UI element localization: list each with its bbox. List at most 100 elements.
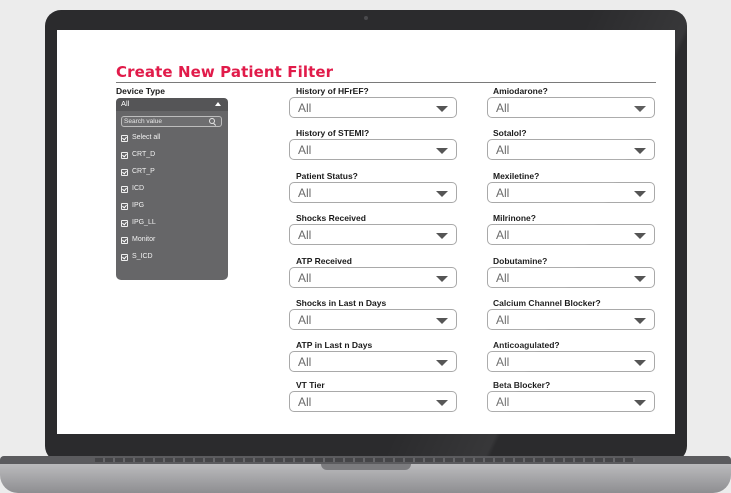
device-type-value: All (121, 99, 130, 108)
option-monitor[interactable]: Monitor (121, 235, 221, 247)
chevron-up-icon (215, 102, 221, 106)
select-value: All (298, 228, 312, 242)
select-value: All (298, 355, 312, 369)
select-atp-last-n-days[interactable]: All (289, 351, 457, 372)
device-type-options-panel: Select all CRT_D CRT_P ICD IPG IPG_LL (116, 111, 228, 280)
select-patient-status[interactable]: All (289, 182, 457, 203)
checkbox-checked-icon[interactable] (121, 186, 128, 193)
chevron-down-icon (436, 360, 448, 366)
select-value: All (298, 186, 312, 200)
filter-label-mexiletine: Mexiletine? (493, 171, 540, 181)
chevron-down-icon (436, 148, 448, 154)
select-milrinone[interactable]: All (487, 224, 655, 245)
checkbox-checked-icon[interactable] (121, 237, 128, 244)
app-screen: Create New Patient Filter Device Type Al… (57, 30, 675, 434)
chevron-down-icon (634, 400, 646, 406)
checkbox-checked-icon[interactable] (121, 220, 128, 227)
option-crt-p[interactable]: CRT_P (121, 167, 221, 179)
select-calcium-channel-blocker[interactable]: All (487, 309, 655, 330)
chevron-down-icon (436, 106, 448, 112)
select-value: All (496, 313, 510, 327)
filter-label-history-hfref: History of HFrEF? (296, 86, 369, 96)
select-value: All (496, 186, 510, 200)
select-sotalol[interactable]: All (487, 139, 655, 160)
select-beta-blocker[interactable]: All (487, 391, 655, 412)
option-crt-d[interactable]: CRT_D (121, 150, 221, 162)
chevron-down-icon (436, 400, 448, 406)
select-atp-received[interactable]: All (289, 267, 457, 288)
checkbox-checked-icon[interactable] (121, 169, 128, 176)
title-divider (116, 82, 656, 83)
select-value: All (496, 355, 510, 369)
select-value: All (496, 143, 510, 157)
select-anticoagulated[interactable]: All (487, 351, 655, 372)
page-title: Create New Patient Filter (116, 63, 334, 81)
chevron-down-icon (634, 276, 646, 282)
filter-label-beta-blocker: Beta Blocker? (493, 380, 551, 390)
option-label: IPG_LL (132, 219, 156, 226)
filter-label-sotalol: Sotalol? (493, 128, 527, 138)
option-label: S_ICD (132, 253, 153, 260)
chevron-down-icon (436, 318, 448, 324)
filter-label-milrinone: Milrinone? (493, 213, 536, 223)
keyboard-keys (95, 458, 635, 462)
select-dobutamine[interactable]: All (487, 267, 655, 288)
chevron-down-icon (634, 148, 646, 154)
select-mexiletine[interactable]: All (487, 182, 655, 203)
select-value: All (496, 271, 510, 285)
checkbox-checked-icon[interactable] (121, 135, 128, 142)
keyboard-edge (0, 456, 731, 464)
option-label: Select all (132, 134, 161, 141)
filter-label-amiodarone: Amiodarone? (493, 86, 548, 96)
option-ipg-ll[interactable]: IPG_LL (121, 218, 221, 230)
trackpad-notch (321, 464, 411, 470)
option-s-icd[interactable]: S_ICD (121, 252, 221, 264)
device-type-dropdown[interactable]: All (116, 98, 228, 111)
select-history-stemi[interactable]: All (289, 139, 457, 160)
option-label: IPG (132, 202, 145, 209)
option-ipg[interactable]: IPG (121, 201, 221, 213)
device-search-box[interactable] (121, 116, 222, 127)
select-value: All (298, 271, 312, 285)
device-search-input[interactable] (124, 117, 204, 126)
select-vt-tier[interactable]: All (289, 391, 457, 412)
chevron-down-icon (436, 233, 448, 239)
select-value: All (496, 101, 510, 115)
device-type-label: Device Type (116, 86, 165, 96)
checkbox-checked-icon[interactable] (121, 254, 128, 261)
checkbox-checked-icon[interactable] (121, 203, 128, 210)
laptop-lid: Create New Patient Filter Device Type Al… (45, 10, 687, 462)
search-icon (209, 118, 215, 124)
option-label: CRT_P (132, 168, 155, 175)
select-shocks-last-n-days[interactable]: All (289, 309, 457, 330)
option-select-all[interactable]: Select all (121, 133, 221, 145)
option-icd[interactable]: ICD (121, 184, 221, 196)
filter-label-anticoagulated: Anticoagulated? (493, 340, 560, 350)
option-label: Monitor (132, 236, 156, 243)
filter-label-vt-tier: VT Tier (296, 380, 325, 390)
filter-label-atp-last-n-days: ATP in Last n Days (296, 340, 373, 350)
select-value: All (496, 395, 510, 409)
chevron-down-icon (634, 360, 646, 366)
filter-label-calcium-channel-blocker: Calcium Channel Blocker? (493, 298, 601, 308)
checkbox-checked-icon[interactable] (121, 152, 128, 159)
chevron-down-icon (436, 191, 448, 197)
filter-label-patient-status: Patient Status? (296, 171, 358, 181)
select-history-hfref[interactable]: All (289, 97, 457, 118)
filter-label-atp-received: ATP Received (296, 256, 352, 266)
select-value: All (298, 395, 312, 409)
filter-label-dobutamine: Dobutamine? (493, 256, 548, 266)
select-shocks-received[interactable]: All (289, 224, 457, 245)
select-value: All (496, 228, 510, 242)
select-value: All (298, 143, 312, 157)
option-label: CRT_D (132, 151, 156, 158)
select-amiodarone[interactable]: All (487, 97, 655, 118)
chevron-down-icon (634, 233, 646, 239)
select-value: All (298, 101, 312, 115)
chevron-down-icon (436, 276, 448, 282)
chevron-down-icon (634, 191, 646, 197)
filter-label-shocks-received: Shocks Received (296, 213, 366, 223)
laptop-base (0, 456, 731, 493)
camera-icon (364, 16, 368, 20)
chevron-down-icon (634, 106, 646, 112)
